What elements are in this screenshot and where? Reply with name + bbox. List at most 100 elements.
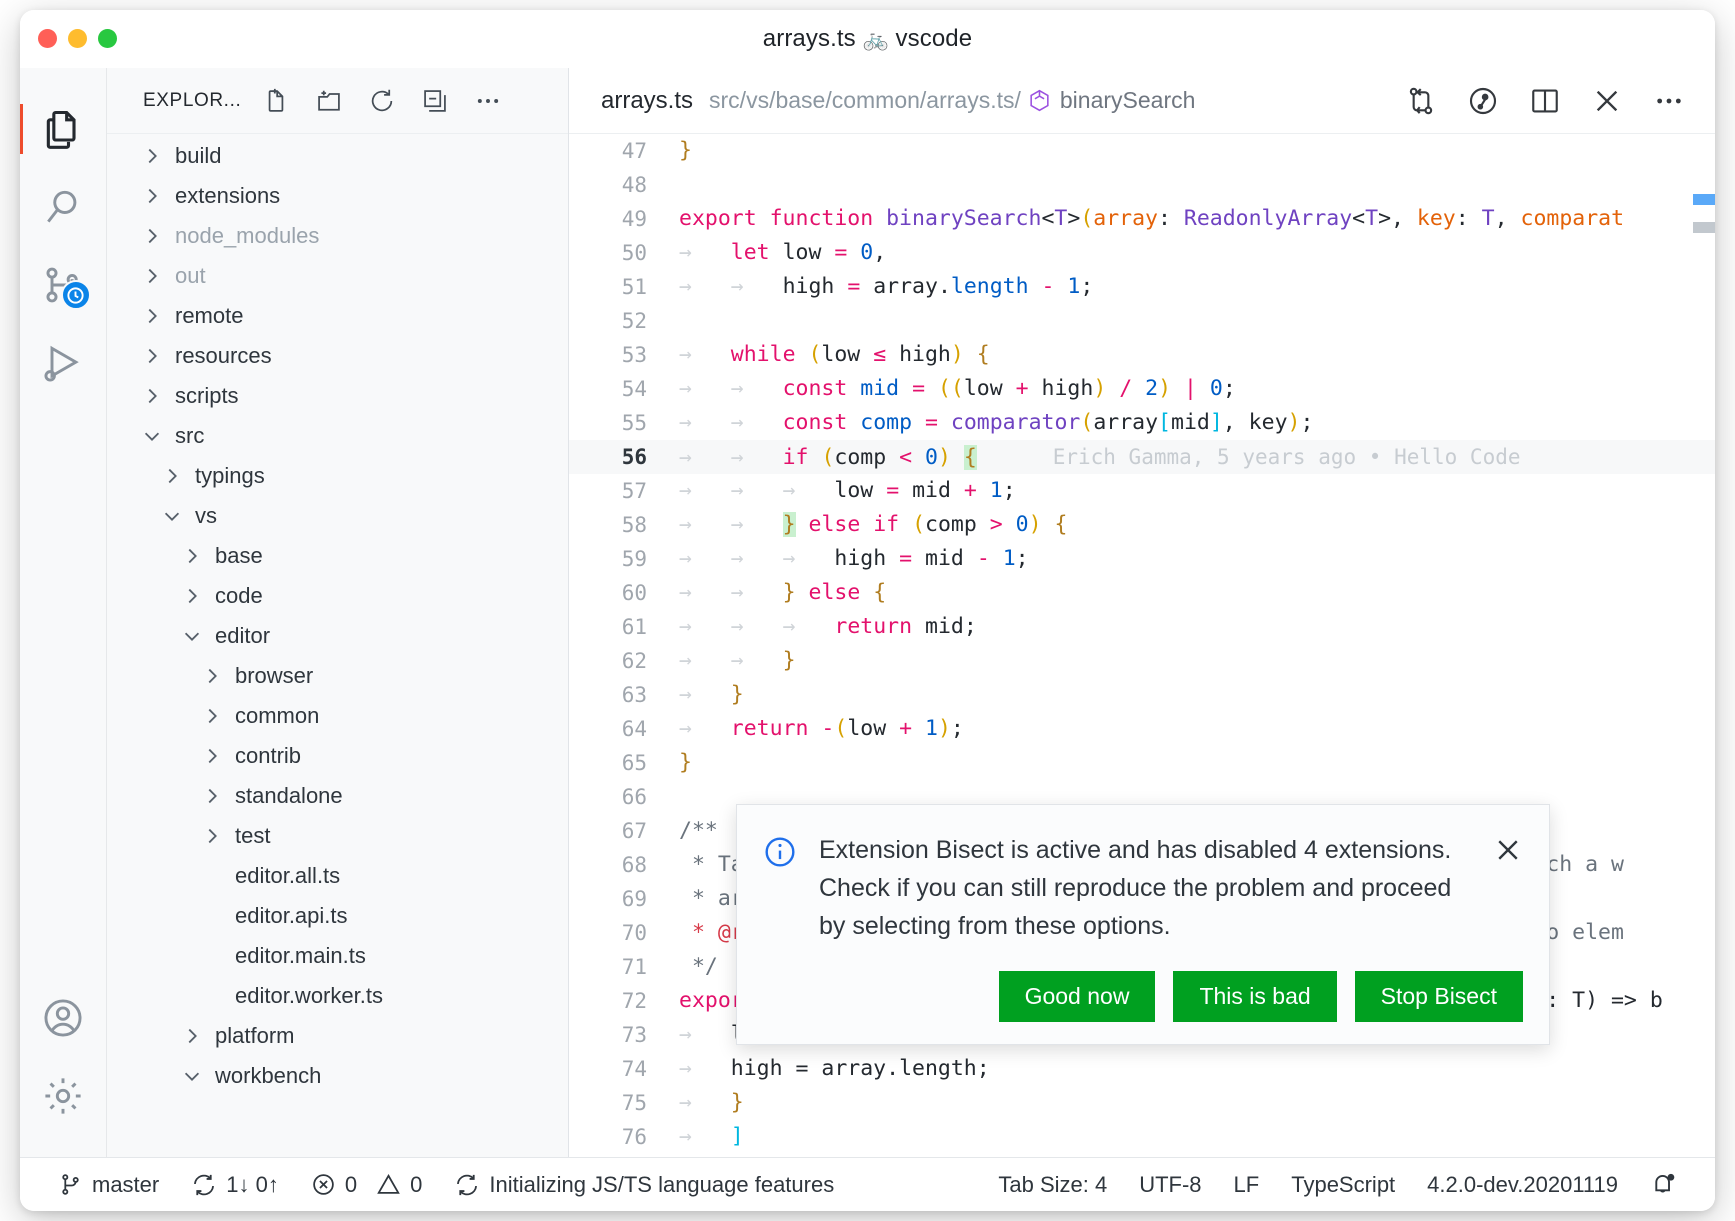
tree-item-resources[interactable]: resources	[107, 336, 568, 376]
breadcrumb-path[interactable]: src/vs/base/common/arrays.ts/	[709, 87, 1021, 114]
breadcrumb-symbol[interactable]: binarySearch	[1027, 87, 1196, 114]
code-line[interactable]: 65}	[569, 746, 1715, 780]
status-branch[interactable]: master	[42, 1172, 175, 1198]
tree-item-contrib[interactable]: contrib	[107, 736, 568, 776]
code-line[interactable]: 76→ ]	[569, 1120, 1715, 1154]
chevron-right-icon	[201, 665, 223, 687]
tree-item-editor-api-ts[interactable]: editor.api.ts	[107, 896, 568, 936]
code-line[interactable]: 51→ → high = array.length - 1;	[569, 270, 1715, 304]
status-problems[interactable]: 0 0	[295, 1172, 439, 1198]
tree-item-label: editor	[215, 623, 270, 649]
code-line[interactable]: 60→ → } else {	[569, 576, 1715, 610]
tree-item-code[interactable]: code	[107, 576, 568, 616]
code-line[interactable]: 48	[569, 168, 1715, 202]
code-line[interactable]: 74→ high = array.length;	[569, 1052, 1715, 1086]
status-eol[interactable]: LF	[1218, 1172, 1276, 1198]
activity-item-source-control[interactable]	[20, 246, 107, 324]
code-line[interactable]: 63→ }	[569, 678, 1715, 712]
activity-item-explorer[interactable]	[20, 90, 107, 168]
tree-item-editor-all-ts[interactable]: editor.all.ts	[107, 856, 568, 896]
stop-bisect-button[interactable]: Stop Bisect	[1355, 971, 1523, 1022]
window-title: arrays.ts 🚲 vscode	[20, 25, 1715, 53]
tree-item-label: contrib	[235, 743, 301, 769]
breadcrumb[interactable]: arrays.ts src/vs/base/common/arrays.ts/ …	[601, 87, 1195, 115]
breadcrumb-symbol-name[interactable]: binarySearch	[1060, 87, 1196, 114]
tree-item-typings[interactable]: typings	[107, 456, 568, 496]
tree-item-remote[interactable]: remote	[107, 296, 568, 336]
line-number: 56	[569, 440, 647, 474]
compare-changes-button[interactable]	[1405, 85, 1437, 117]
editor-more-button[interactable]	[1653, 85, 1685, 117]
code-line[interactable]: 53→ while (low ≤ high) {	[569, 338, 1715, 372]
tree-item-extensions[interactable]: extensions	[107, 176, 568, 216]
code-line[interactable]: 52	[569, 304, 1715, 338]
code-line[interactable]: 58→ → } else if (comp > 0) {	[569, 508, 1715, 542]
tree-item-base[interactable]: base	[107, 536, 568, 576]
notification-toast[interactable]: Extension Bisect is active and has disab…	[736, 804, 1550, 1045]
tree-item-test[interactable]: test	[107, 816, 568, 856]
code-line[interactable]: 50→ let low = 0,	[569, 236, 1715, 270]
status-encoding[interactable]: UTF-8	[1123, 1172, 1217, 1198]
close-editor-button[interactable]	[1591, 85, 1623, 117]
file-tree[interactable]: buildextensions node_modulesoutremotereso…	[107, 134, 568, 1157]
tree-item-node_modules[interactable]: node_modules	[107, 216, 568, 256]
new-file-button[interactable]	[263, 88, 289, 114]
code-line[interactable]: 75→ }	[569, 1086, 1715, 1120]
code-line[interactable]: 61→ → → return mid;	[569, 610, 1715, 644]
code-line[interactable]: 47}	[569, 134, 1715, 168]
explorer-more-button[interactable]	[475, 88, 501, 114]
status-version[interactable]: 4.2.0-dev.20201119	[1411, 1172, 1634, 1198]
code-line[interactable]: 54→ → const mid = ((low + high) / 2) | 0…	[569, 372, 1715, 406]
git-blame-annotation: Erich Gamma, 5 years ago • Hello Code	[977, 445, 1521, 469]
tree-item-label: node_modules	[175, 223, 319, 249]
tree-item-standalone[interactable]: standalone	[107, 776, 568, 816]
breadcrumb-file[interactable]: arrays.ts	[601, 87, 693, 115]
status-task[interactable]: Initializing JS/TS language features	[438, 1172, 850, 1198]
status-sync[interactable]: 1↓ 0↑	[175, 1172, 295, 1198]
tree-item-editor[interactable]: editor	[107, 616, 568, 656]
activity-item-settings[interactable]	[20, 1057, 107, 1135]
editor-vertical-scrollbar[interactable]	[1693, 134, 1715, 1157]
code-line[interactable]: 59→ → → high = mid - 1;	[569, 542, 1715, 576]
code-line[interactable]: 49export function binarySearch<T>(array:…	[569, 202, 1715, 236]
collapse-all-button[interactable]	[422, 88, 448, 114]
status-language[interactable]: TypeScript	[1275, 1172, 1411, 1198]
activity-item-run-debug[interactable]	[20, 324, 107, 402]
tree-item-editor-main-ts[interactable]: editor.main.ts	[107, 936, 568, 976]
minimize-window-button[interactable]	[68, 29, 87, 48]
tree-item-scripts[interactable]: scripts	[107, 376, 568, 416]
this-is-bad-button[interactable]: This is bad	[1173, 971, 1336, 1022]
code-line[interactable]: 77→ while (low < high) {	[569, 1154, 1715, 1157]
status-tab-size[interactable]: Tab Size: 4	[982, 1172, 1123, 1198]
code-line[interactable]: 64→ return -(low + 1);	[569, 712, 1715, 746]
tree-item-src[interactable]: src	[107, 416, 568, 456]
refresh-button[interactable]	[369, 88, 395, 114]
split-editor-icon	[1529, 85, 1561, 117]
tree-item-vs[interactable]: vs	[107, 496, 568, 536]
tree-item-platform[interactable]: platform	[107, 1016, 568, 1056]
tree-item-editor-worker-ts[interactable]: editor.worker.ts	[107, 976, 568, 1016]
tree-item-workbench[interactable]: workbench	[107, 1056, 568, 1096]
code-line[interactable]: 56→ → if (comp < 0) { Erich Gamma, 5 yea…	[569, 440, 1715, 474]
code-line[interactable]: 62→ → }	[569, 644, 1715, 678]
chevron-right-icon	[181, 545, 203, 567]
timeline-button[interactable]	[1467, 85, 1499, 117]
tree-item-browser[interactable]: browser	[107, 656, 568, 696]
activity-item-search[interactable]	[20, 168, 107, 246]
files-icon	[41, 107, 85, 151]
ellipsis-icon	[474, 87, 502, 115]
maximize-window-button[interactable]	[98, 29, 117, 48]
tree-item-build[interactable]: build	[107, 136, 568, 176]
window-controls[interactable]	[20, 29, 117, 48]
split-editor-button[interactable]	[1529, 85, 1561, 117]
activity-item-accounts[interactable]	[20, 979, 107, 1057]
code-line[interactable]: 57→ → → low = mid + 1;	[569, 474, 1715, 508]
new-folder-button[interactable]	[316, 88, 342, 114]
tree-item-out[interactable]: out	[107, 256, 568, 296]
code-line[interactable]: 55→ → const comp = comparator(array[mid]…	[569, 406, 1715, 440]
notification-close-button[interactable]	[1493, 835, 1523, 865]
close-window-button[interactable]	[38, 29, 57, 48]
good-now-button[interactable]: Good now	[999, 971, 1156, 1022]
status-notifications-button[interactable]	[1634, 1171, 1693, 1198]
tree-item-common[interactable]: common	[107, 696, 568, 736]
